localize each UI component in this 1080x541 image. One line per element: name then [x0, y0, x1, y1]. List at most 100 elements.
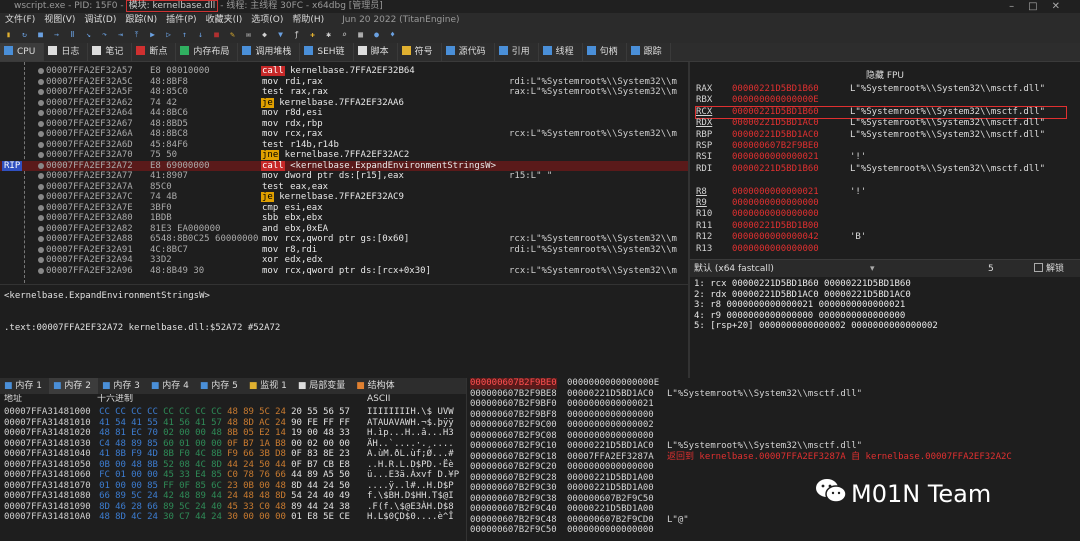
- disasm-row[interactable]: 00007FFA2EF32A62 74 42 je kernelbase.7FFA2…: [0, 97, 688, 109]
- stack-row[interactable]: 000000607B2F9BE8 00000221D5BD1AC0 L"%Syste…: [467, 389, 1080, 400]
- register-value[interactable]: 00000221D5BD1AC0: [732, 130, 850, 141]
- register-value[interactable]: 00000221D5BD1B00: [732, 221, 850, 232]
- stack-row[interactable]: 000000607B2F9C20 0000000000000000: [467, 462, 1080, 473]
- menu-item-2[interactable]: 调试(D): [84, 15, 116, 25]
- tab-13[interactable]: 跟踪: [627, 43, 671, 61]
- tab-3[interactable]: 断点: [132, 43, 177, 61]
- breakpoint-dot-icon[interactable]: [38, 173, 44, 179]
- find-icon[interactable]: ⌕: [339, 30, 350, 40]
- breakpoint-dot-icon[interactable]: [38, 78, 44, 85]
- breakpoint-dot-icon[interactable]: [38, 183, 44, 190]
- breakpoint-dot-icon[interactable]: [38, 68, 44, 74]
- hide-fpu-button[interactable]: 隐藏 FPU: [690, 68, 1080, 81]
- breakpoint-dot-icon[interactable]: [38, 120, 44, 127]
- register-value[interactable]: 0000000000000000: [732, 244, 850, 255]
- menu-item-5[interactable]: 收藏夹(I): [206, 15, 243, 25]
- checkbox-icon[interactable]: [1034, 263, 1043, 272]
- tab-12[interactable]: 句柄: [583, 43, 627, 61]
- tab-6[interactable]: SEH链: [300, 43, 354, 61]
- register-value[interactable]: 0000000000000021: [732, 187, 850, 198]
- tab-1[interactable]: 日志: [44, 43, 89, 61]
- register-row[interactable]: R9 0000000000000000: [696, 198, 1066, 209]
- menu-item-3[interactable]: 跟踪(N): [125, 15, 157, 25]
- arg-count-spinner[interactable]: 5: [988, 260, 994, 278]
- comment-icon[interactable]: ✉: [243, 30, 254, 40]
- register-row[interactable]: RSP 000000607B2F9BE0: [696, 141, 1066, 152]
- stack-row[interactable]: 000000607B2F9BF0 0000000000000021: [467, 399, 1080, 410]
- dump-tab-2[interactable]: ■ 内存 3: [98, 378, 147, 394]
- stack-view[interactable]: 000000607B2F9BE0 0000000000000000E 0000006…: [466, 378, 1080, 541]
- breakpoint-dot-icon[interactable]: [38, 267, 44, 274]
- register-value[interactable]: 000000607B2F9BE0: [732, 141, 850, 152]
- register-row[interactable]: [696, 175, 1066, 186]
- stack-row[interactable]: 000000607B2F9C50 0000000000000000: [467, 525, 1080, 536]
- calculator-icon[interactable]: ▦: [355, 30, 366, 40]
- bookmark-icon[interactable]: ▼: [275, 30, 286, 40]
- disassembly-view[interactable]: 00007FFA2EF32A57 E8 08010000 call kernelba…: [0, 62, 688, 283]
- tab-10[interactable]: 引用: [495, 43, 539, 61]
- chevron-down-icon[interactable]: ▾: [870, 260, 875, 278]
- register-row[interactable]: RCX 00000221D5BD1B60 L"%Systemroot%\\Syste…: [695, 105, 1067, 119]
- animate-over-icon[interactable]: ▷: [163, 30, 174, 40]
- disasm-row[interactable]: 00007FFA2EF32A94 33D2 xor edx,edx: [0, 255, 688, 266]
- restart-icon[interactable]: ↻: [19, 30, 30, 40]
- execute-till-return-icon[interactable]: ⤒: [131, 30, 142, 40]
- breakpoint-dot-icon[interactable]: [38, 89, 44, 95]
- breakpoint-dot-icon[interactable]: [38, 162, 44, 169]
- label-icon[interactable]: ◆: [259, 30, 270, 40]
- register-value[interactable]: 0000000000000021: [732, 152, 850, 163]
- stop-trace-icon[interactable]: ■: [211, 30, 222, 40]
- dump-tab-5[interactable]: ■ 监视 1: [245, 378, 294, 394]
- disasm-row[interactable]: 00007FFA2EF32A7A 85C0 test eax,eax: [0, 182, 688, 193]
- tab-4[interactable]: 内存布局: [176, 43, 239, 61]
- tab-9[interactable]: 源代码: [442, 43, 495, 61]
- register-row[interactable]: R13 0000000000000000: [696, 244, 1066, 255]
- register-row[interactable]: RBX 000000000000000E: [696, 95, 1066, 106]
- dump-tab-4[interactable]: ■ 内存 5: [196, 378, 245, 394]
- step-over-icon[interactable]: ↷: [99, 30, 110, 40]
- disasm-row[interactable]: 00007FFA2EF32A82 81E3 EA000000 and ebx,0xE…: [0, 224, 688, 235]
- disasm-row[interactable]: 00007FFA2EF32A64 44:8BC6 mov r8d,esi: [0, 108, 688, 119]
- step-into-icon[interactable]: ↘: [83, 30, 94, 40]
- register-row[interactable]: R11 00000221D5BD1B00: [696, 221, 1066, 232]
- pause-icon[interactable]: Ⅱ: [67, 30, 78, 40]
- disasm-row[interactable]: 00007FFA2EF32A7C 74 4B je kernelbase.7FFA2…: [0, 192, 688, 203]
- run-icon[interactable]: →: [51, 30, 62, 40]
- disasm-row[interactable]: 00007FFA2EF32A96 48:8B49 30 mov rcx,qword …: [0, 266, 688, 277]
- menu-item-0[interactable]: 文件(F): [5, 15, 35, 25]
- animate-into-icon[interactable]: ▶: [147, 30, 158, 40]
- function-icon[interactable]: ƒ: [291, 30, 302, 40]
- breakpoint-dot-icon[interactable]: [38, 246, 44, 253]
- tab-2[interactable]: 笔记: [88, 43, 133, 61]
- disasm-row[interactable]: 00007FFA2EF32A7E 3BF0 cmp esi,eax: [0, 203, 688, 214]
- disasm-row[interactable]: 00007FFA2EF32A5F 48:85C0 test rax,rax rax:L…: [0, 87, 688, 98]
- stack-row[interactable]: 000000607B2F9C18 00007FFA2EF3287A 返回到 kern…: [467, 452, 1080, 463]
- menu-item-4[interactable]: 插件(P): [166, 15, 196, 25]
- stack-row[interactable]: 000000607B2F9C00 0000000000000002: [467, 420, 1080, 431]
- register-row[interactable]: RDX 00000221D5BD1AC0 L"%Systemroot%\\Syste…: [696, 118, 1066, 129]
- open-icon[interactable]: ▮: [3, 30, 14, 40]
- disasm-row[interactable]: 00007FFA2EF32A67 48:8BD5 mov rdx,rbp: [0, 119, 688, 130]
- register-row[interactable]: R8 0000000000000021 '!': [696, 187, 1066, 198]
- breakpoint-dot-icon[interactable]: [38, 141, 44, 148]
- register-value[interactable]: 000000000000000E: [732, 95, 850, 106]
- stack-row[interactable]: 000000607B2F9C08 0000000000000000: [467, 431, 1080, 442]
- tab-5[interactable]: 调用堆栈: [238, 43, 301, 61]
- dump-tab-7[interactable]: ■ 结构体: [352, 378, 401, 394]
- breakpoint-dot-icon[interactable]: [38, 257, 44, 263]
- window-controls[interactable]: –□✕: [1009, 0, 1074, 13]
- menu-item-1[interactable]: 视图(V): [44, 15, 75, 25]
- register-row[interactable]: R10 0000000000000000: [696, 209, 1066, 220]
- register-value[interactable]: 0000000000000000: [732, 198, 850, 209]
- breakpoint-dot-icon[interactable]: [38, 236, 44, 242]
- registers-panel[interactable]: 隐藏 FPU RAX 00000221D5BD1B60 L"%Systemroot%…: [690, 62, 1080, 259]
- run-to-user-icon[interactable]: ⇥: [115, 30, 126, 40]
- menu-item-7[interactable]: 帮助(H): [292, 15, 324, 25]
- register-value[interactable]: 00000221D5BD1AC0: [732, 118, 850, 129]
- help-icon[interactable]: ●: [371, 30, 382, 40]
- tab-0[interactable]: CPU: [0, 43, 45, 61]
- disasm-row[interactable]: 00007FFA2EF32A70 75 50 jne kernelbase.7FFA…: [0, 150, 688, 161]
- patch-icon[interactable]: ✱: [323, 30, 334, 40]
- register-row[interactable]: RSI 0000000000000021 '!': [696, 152, 1066, 163]
- breakpoint-dot-icon[interactable]: [38, 194, 44, 200]
